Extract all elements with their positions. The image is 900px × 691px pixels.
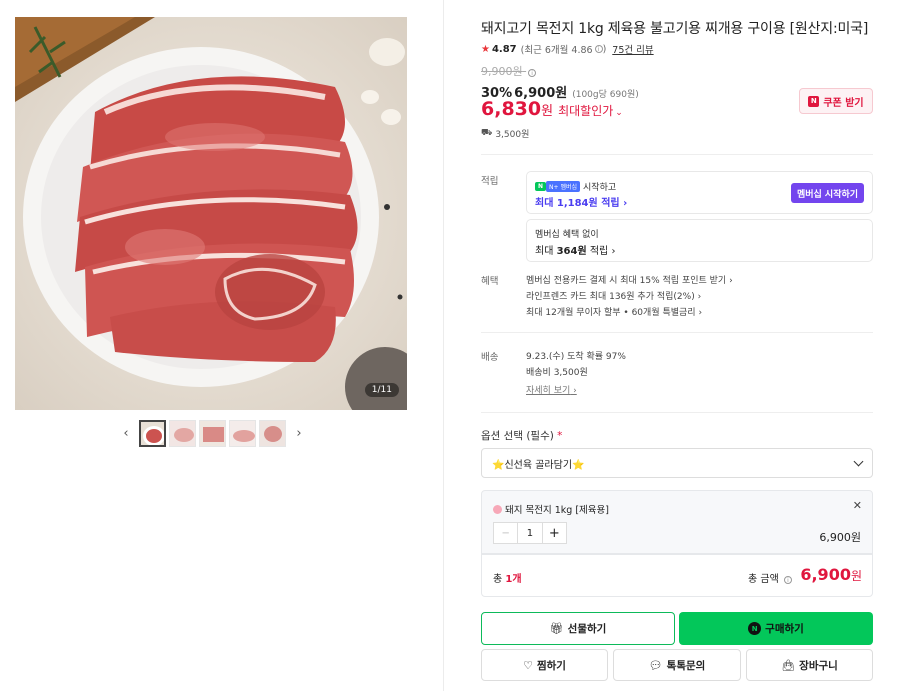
gift-button[interactable]: 🎁︎ 선물하기 [481,612,675,645]
info-icon[interactable]: i [784,576,792,584]
membership-badge: N+ 멤버십 [546,181,581,192]
next-arrow-icon[interactable]: › [291,419,307,447]
npay-icon: N [748,622,762,635]
divider [481,154,873,155]
delivery-fee: 배송비 3,500원 [526,368,588,378]
shipping-fee-row: ⛟ 3,500원 [481,128,530,140]
thumbnail-2[interactable] [169,419,196,447]
total-amount-label: 총 금액 i [748,570,792,585]
benefit-item-3[interactable]: 최대 12개월 무이자 할부 • 60개월 특별금리 › [526,305,702,318]
npay-badge-icon: N [535,182,547,191]
selected-option-price: 6,900원 [819,531,861,544]
original-price: 9,900원 i [481,63,537,79]
truck-icon: ⛟ [481,128,493,138]
coupon-button[interactable]: N 쿠폰 받기 [799,88,873,114]
nonmember-points-box: 멤버십 혜택 없이 최대 364원 적립 › [526,219,873,262]
total-box: 총 1개 총 금액 i 6,900원 [481,554,873,597]
delivery-detail-link[interactable]: 자세히 보기 › [526,383,577,396]
rating-value: 4.87 [491,43,517,55]
cart-button[interactable]: 👜︎ 장바구니 [746,649,873,681]
thumbnail-1[interactable] [139,419,166,447]
delivery-label: 배송 [481,352,499,363]
decrease-button[interactable]: − [494,523,519,543]
close-icon[interactable]: ✕ [853,499,862,512]
increase-button[interactable]: + [541,523,566,543]
star-icon: ★ [481,43,490,55]
shopping-bag-icon: 👜︎ [781,658,796,672]
prev-arrow-icon[interactable]: ‹ [118,419,134,447]
start-membership-button[interactable]: 멤버십 시작하기 [791,183,864,203]
quantity-stepper: − 1 + [493,522,567,544]
coupon-icon: N [808,95,820,107]
final-price: 6,830 [481,98,542,120]
nonmember-max-points[interactable]: 최대 364원 적립 › [535,242,615,257]
selected-option-box: 돼지 목전지 1kg [제육용] ✕ − 1 + 6,900원 [481,490,873,554]
heart-icon: ♡ [523,658,533,672]
benefit-item-2[interactable]: 라인프렌즈 카드 최대 136원 추가 적립(2%) › [526,289,701,302]
product-main-image[interactable]: 1/11 [15,17,407,410]
thumbnail-4[interactable] [229,419,256,447]
thumbnail-strip: ‹ › [118,419,307,447]
rating-detail: (최근 6개월 4.86 [520,45,593,56]
chevron-down-icon: ⌄ [615,108,623,118]
divider [481,412,873,413]
column-divider [443,0,444,691]
buy-button[interactable]: N 구매하기 [679,612,873,645]
benefits-label: 혜택 [481,276,499,287]
quantity-value[interactable]: 1 [518,523,541,543]
chat-icon: 💬︎ [648,658,663,672]
final-price-row[interactable]: 6,830 원 최대할인가 ⌄ [481,98,623,120]
wish-button[interactable]: ♡ 찜하기 [481,649,608,681]
delivery-arrival: 9.23.(수) 도착 확률 97% [526,352,626,362]
product-title: 돼지고기 목전지 1kg 제육용 불고기용 찌개용 구이용 [원산지:미국] [481,21,869,37]
price-info-icon[interactable]: i [528,69,537,77]
total-quantity: 총 1개 [493,574,522,585]
chevron-down-icon [853,456,864,466]
review-count-link[interactable]: 75건 리뷰 [612,42,653,56]
benefit-item-1[interactable]: 멤버십 전용카드 결제 시 최대 15% 적립 포인트 받기 › [526,273,733,286]
talk-inquiry-button[interactable]: 💬︎ 톡톡문의 [613,649,741,681]
image-counter: 1/11 [364,383,399,397]
max-discount-label: 최대할인가 [558,104,614,118]
divider [481,332,873,333]
gift-icon: 🎁︎ [549,622,564,635]
option-label: 옵션 선택 (필수) * [481,430,563,442]
selected-option-name: 돼지 목전지 1kg [제육용] [493,502,609,516]
rating-row: ★ 4.87 (최근 6개월 4.86 i) 75건 리뷰 [481,42,654,57]
option-select[interactable]: ⭐신선육 골라담기⭐ [481,448,873,478]
points-label: 적립 [481,176,499,187]
membership-points-box: N N+ 멤버십 시작하고 최대 1,184원 적립 › 멤버십 시작하기 [526,171,873,214]
thumbnail-5[interactable] [259,419,286,447]
info-icon[interactable]: i [594,45,603,53]
thumbnail-3[interactable] [199,419,226,447]
member-max-points[interactable]: 최대 1,184원 적립 › [535,194,627,209]
pig-icon [493,504,502,514]
total-amount: 6,900원 [800,565,862,584]
